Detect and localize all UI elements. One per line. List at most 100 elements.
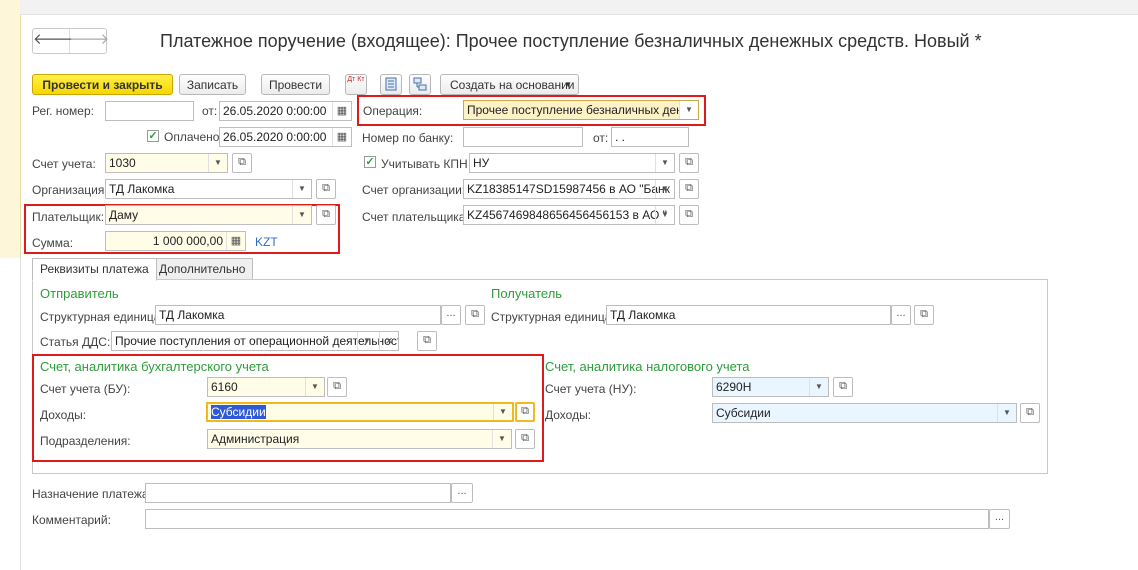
operation-value: Прочее поступление безналичных денеж	[467, 103, 698, 117]
nav-group: 🡐 🡒	[32, 28, 109, 54]
amount-value: 1 000 000,00	[152, 234, 223, 248]
org-account-field[interactable]: KZ18385147SD15987456 в АО "Банк ▼	[463, 179, 675, 199]
date-value: 26.05.2020 0:00:00	[223, 104, 327, 118]
create-based-on-label: Создать на основании	[450, 78, 575, 92]
bank-date-from-label: от:	[593, 131, 609, 145]
calendar-icon[interactable]: ▦	[332, 102, 351, 120]
open-icon[interactable]: ⧉	[679, 153, 699, 173]
payer-account-field[interactable]: KZ456746984865645645​6153 в АО " ▼	[463, 205, 675, 225]
payer-account-label: Счет плательщика:	[362, 210, 469, 224]
account-field[interactable]: 1030 ▼	[105, 153, 228, 173]
nu-income-field[interactable]: Субсидии ▼	[712, 403, 1017, 423]
open-icon[interactable]: ⧉	[833, 377, 853, 397]
dds-field[interactable]: Прочие поступления от операционной деяте…	[111, 331, 399, 351]
back-button[interactable]: 🡐	[33, 29, 74, 53]
purpose-label: Назначение платежа:	[32, 487, 152, 501]
calculator-icon[interactable]: ▦	[226, 232, 245, 250]
bu-income-field[interactable]: Субсидии ▼	[206, 402, 514, 422]
chevron-down-icon[interactable]: ▼	[997, 404, 1016, 422]
chevron-down-icon[interactable]: ▼	[292, 180, 311, 198]
chevron-down-icon[interactable]: ▼	[679, 101, 698, 119]
bu-income-label: Доходы:	[40, 408, 87, 422]
sender-struct-more-button[interactable]: ...	[441, 305, 461, 325]
bu-title: Счет, аналитика бухгалтерского учета	[40, 359, 269, 374]
paid-date-field[interactable]: 26.05.2020 0:00:00 ▦	[219, 127, 352, 147]
organization-field[interactable]: ТД Лакомка ▼	[105, 179, 312, 199]
org-account-value: KZ18385147SD15987456 в АО "Банк	[467, 182, 670, 196]
forward-button[interactable]: 🡒	[69, 29, 109, 53]
structure-icon[interactable]	[409, 74, 431, 95]
bu-division-field[interactable]: Администрация ▼	[207, 429, 512, 449]
chevron-down-icon[interactable]: ▼	[305, 378, 324, 396]
reg-number-field[interactable]	[105, 101, 194, 121]
operation-field[interactable]: Прочее поступление безналичных денеж ▼	[463, 100, 699, 120]
org-account-label: Счет организации:	[362, 183, 466, 197]
chevron-down-icon: ▼	[564, 80, 572, 89]
kpn-field[interactable]: НУ ▼	[469, 153, 675, 173]
list-icon[interactable]	[380, 74, 402, 95]
chevron-down-icon[interactable]: ▼	[357, 332, 376, 350]
post-button[interactable]: Провести	[261, 74, 330, 95]
nu-account-field[interactable]: 6290Н ▼	[712, 377, 829, 397]
chevron-down-icon[interactable]: ▼	[655, 206, 674, 224]
open-icon[interactable]: ⧉	[316, 179, 336, 199]
chevron-down-icon[interactable]: ▼	[809, 378, 828, 396]
open-icon[interactable]: ⧉	[515, 402, 535, 422]
clear-icon[interactable]: ×	[379, 332, 398, 350]
dds-label: Статья ДДС:	[40, 335, 111, 349]
receiver-struct-more-button[interactable]: ...	[891, 305, 911, 325]
receiver-struct-field[interactable]: ТД Лакомка	[606, 305, 891, 325]
purpose-more-button[interactable]: ...	[451, 483, 473, 503]
open-icon[interactable]: ⧉	[1020, 403, 1040, 423]
open-icon[interactable]: ⧉	[679, 179, 699, 199]
chevron-down-icon[interactable]: ▼	[208, 154, 227, 172]
calendar-icon[interactable]: ▦	[332, 128, 351, 146]
chevron-down-icon[interactable]: ▼	[492, 430, 511, 448]
bu-account-field[interactable]: 6160 ▼	[207, 377, 325, 397]
open-icon[interactable]: ⧉	[327, 377, 347, 397]
post-and-close-button[interactable]: Провести и закрыть	[32, 74, 173, 95]
date-field[interactable]: 26.05.2020 0:00:00 ▦	[219, 101, 352, 121]
bank-number-field[interactable]	[463, 127, 583, 147]
chevron-down-icon[interactable]: ▼	[493, 404, 512, 420]
currency-link[interactable]: KZT	[255, 235, 278, 249]
paid-checkbox[interactable]: ✓	[147, 130, 159, 142]
open-icon[interactable]: ⧉	[914, 305, 934, 325]
nu-title: Счет, аналитика налогового учета	[545, 359, 750, 374]
save-button[interactable]: Записать	[179, 74, 246, 95]
comment-label: Комментарий:	[32, 513, 111, 527]
purpose-field[interactable]	[145, 483, 451, 503]
payer-field[interactable]: Даму ▼	[105, 205, 312, 225]
sender-struct-field[interactable]: ТД Лакомка	[155, 305, 441, 325]
chevron-down-icon[interactable]: ▼	[292, 206, 311, 224]
comment-field[interactable]	[145, 509, 989, 529]
open-icon[interactable]: ⧉	[417, 331, 437, 351]
dt-kt-icon[interactable]: Дт Кт	[345, 74, 367, 95]
comment-more-button[interactable]: ...	[989, 509, 1010, 529]
chevron-down-icon[interactable]: ▼	[655, 154, 674, 172]
open-icon[interactable]: ⧉	[679, 205, 699, 225]
paid-date-value: 26.05.2020 0:00:00	[223, 130, 327, 144]
open-icon[interactable]: ⧉	[232, 153, 252, 173]
arrow-left-icon: 🡐	[33, 31, 74, 48]
open-icon[interactable]: ⧉	[515, 429, 535, 449]
operation-label: Операция:	[363, 104, 423, 118]
nu-income-value: Субсидии	[716, 406, 771, 420]
account-value: 1030	[109, 156, 136, 170]
create-based-on-button[interactable]: Создать на основании ▼	[440, 74, 579, 95]
bank-date-field[interactable]: . .	[611, 127, 689, 147]
paid-label: Оплачено	[164, 130, 220, 144]
sender-title: Отправитель	[40, 286, 119, 301]
amount-field[interactable]: 1 000 000,00 ▦	[105, 231, 246, 251]
receiver-title: Получатель	[491, 286, 563, 301]
chevron-down-icon[interactable]: ▼	[655, 180, 674, 198]
tab-additional[interactable]: Дополнительно	[151, 258, 254, 280]
kpn-checkbox[interactable]: ✓	[364, 156, 376, 168]
window-title: Платежное поручение (входящее): Прочее п…	[160, 31, 982, 51]
open-icon[interactable]: ⧉	[465, 305, 485, 325]
nu-account-label: Счет учета (НУ):	[545, 382, 637, 396]
open-icon[interactable]: ⧉	[316, 205, 336, 225]
reg-number-label: Рег. номер:	[32, 104, 94, 118]
tab-payment-details[interactable]: Реквизиты платежа	[32, 258, 157, 281]
kpn-value: НУ	[473, 156, 490, 170]
